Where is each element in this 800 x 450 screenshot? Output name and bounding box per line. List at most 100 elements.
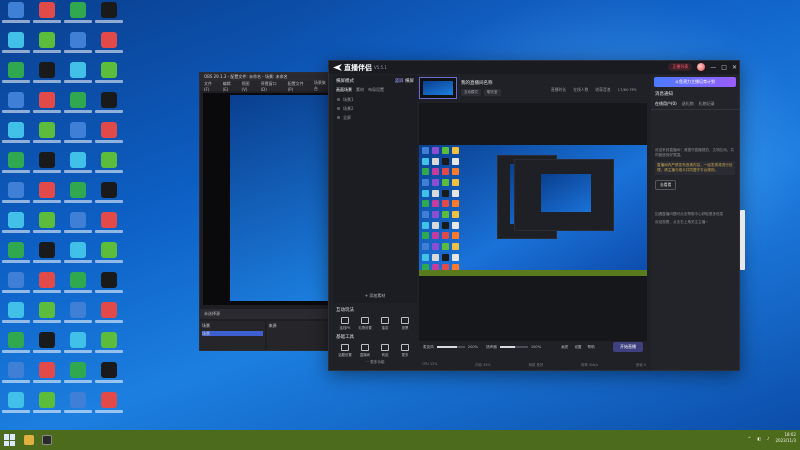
scene-row[interactable]: 场景1 [333,95,417,104]
desktop-shortcut-icon[interactable] [93,182,125,212]
desktop-shortcut-icon[interactable] [62,212,94,242]
start-icon[interactable] [4,434,16,446]
tab-layout[interactable]: 布局设置 [368,87,384,95]
desktop-shortcut-icon[interactable] [93,62,125,92]
obs-menu-scenes[interactable]: 场景集合 [314,80,329,92]
obs-menu-file[interactable]: 文件(F) [204,81,217,92]
desktop-shortcut-icon[interactable] [62,2,94,32]
desktop-shortcut-icon[interactable] [0,212,32,242]
obs-menu-profile[interactable]: 配置文件(P) [288,81,308,92]
settings-button[interactable]: 设置 [574,345,581,350]
maximize-icon[interactable]: □ [721,64,727,71]
desktop-shortcut-icon[interactable] [31,362,63,392]
live-list-button[interactable]: 正播列表 [668,63,693,71]
clock[interactable]: 18:02 2023/11/3 [775,432,796,444]
room-cover-thumbnail[interactable] [419,77,457,99]
desktop-shortcut-icon[interactable] [0,302,32,332]
mode-dropdown[interactable]: 横屏模式 [336,78,354,84]
desktop-shortcut-icon[interactable] [0,2,32,32]
desktop-shortcut-icon[interactable] [31,62,63,92]
desktop-shortcut-icon[interactable] [31,272,63,302]
desktop-shortcut-icon[interactable] [62,332,94,362]
desktop-shortcut-icon[interactable] [0,332,32,362]
desktop-shortcut-icon[interactable] [62,182,94,212]
volume-icon[interactable]: ♪ [767,436,770,441]
desktop-shortcut-icon[interactable] [93,32,125,62]
desktop-shortcut-icon[interactable] [0,392,32,422]
desktop-shortcut-icon[interactable] [62,92,94,122]
room-tag[interactable]: 聊天室 [484,89,501,96]
tab-scenes[interactable]: 画面场景 [336,87,352,95]
tool-topic[interactable]: 话题设置 [335,344,355,357]
desktop-shortcut-icon[interactable] [62,302,94,332]
desktop-shortcut-icon[interactable] [31,182,63,212]
obs-menu-docks[interactable]: 停靠窗口(D) [261,81,282,92]
desktop-shortcut-icon[interactable] [93,152,125,182]
desktop-shortcut-icon[interactable] [93,122,125,152]
desktop-shortcut-icon[interactable] [0,92,32,122]
desktop-shortcut-icon[interactable] [0,272,32,302]
tool-goods[interactable]: 商品 [375,344,395,357]
landscape-toggle[interactable]: 横屏 [405,79,414,84]
desktop-shortcut-icon[interactable] [62,32,94,62]
streaming-app-window[interactable]: 直播伴侣 V5.5.1 正播列表 — □ ✕ 横屏模式 竖屏 横屏 画面场景 素… [328,60,740,371]
desktop-shortcut-icon[interactable] [93,212,125,242]
desktop-shortcut-icon[interactable] [31,122,63,152]
desktop-shortcut-icon[interactable] [0,182,32,212]
desktop-shortcut-icon[interactable] [62,242,94,272]
obs-scene-item[interactable]: 场景 [202,331,263,336]
scene-row[interactable]: 场景2 [333,104,417,113]
desktop-shortcut-icon[interactable] [62,122,94,152]
desktop-shortcut-icon[interactable] [0,242,32,272]
desktop-shortcut-icon[interactable] [0,62,32,92]
file-explorer-icon[interactable] [24,435,34,445]
desktop-shortcut-icon[interactable] [0,32,32,62]
obs-taskbar-icon[interactable] [42,435,52,445]
start-live-button[interactable]: 开始直播 [613,342,643,352]
obs-menu-edit[interactable]: 编辑(E) [223,81,236,92]
desktop-shortcut-icon[interactable] [31,212,63,242]
speaker-volume-slider[interactable] [499,346,528,348]
desktop-shortcut-icon[interactable] [0,152,32,182]
desktop-shortcut-icon[interactable] [0,362,32,392]
desktop-shortcut-icon[interactable] [31,152,63,182]
help-button[interactable]: 帮助 [588,345,595,350]
tool-vote[interactable]: 投票 [395,317,415,330]
network-icon[interactable]: ◧ [757,436,761,441]
tool-lottery[interactable]: 抽奖 [375,317,395,330]
quality-button[interactable]: 画质 [561,345,568,350]
desktop-shortcut-icon[interactable] [93,302,125,332]
avatar[interactable] [697,63,706,71]
desktop-shortcut-icon[interactable] [93,92,125,122]
desktop-shortcut-icon[interactable] [62,152,94,182]
promo-banner[interactable]: 斗鱼潜力主播培育计划 [654,77,736,87]
room-tag[interactable]: 互动模式 [461,89,481,96]
room-title[interactable]: 我的直播间名称 [461,80,501,86]
desktop-shortcut-icon[interactable] [31,392,63,422]
tool-gift-settings[interactable]: 礼物设置 [355,317,375,330]
desktop-shortcut-icon[interactable] [62,62,94,92]
desktop-shortcut-icon[interactable] [93,242,125,272]
desktop-shortcut-icon[interactable] [62,392,94,422]
desktop-shortcut-icon[interactable] [93,362,125,392]
desktop-shortcut-icon[interactable] [93,2,125,32]
obs-menu-view[interactable]: 视图(V) [242,81,255,92]
add-material-button[interactable]: + 添加素材 [333,293,417,299]
portrait-toggle[interactable]: 竖屏 [395,79,404,84]
minimize-icon[interactable]: — [710,64,716,71]
view-button[interactable]: 去看看 [655,180,677,190]
desktop-shortcut-icon[interactable] [31,332,63,362]
scene-row[interactable]: 全屏 [333,113,417,122]
tool-room[interactable]: 直播间 [355,344,375,357]
chevron-up-icon[interactable]: ^ [748,436,751,441]
desktop-shortcut-icon[interactable] [0,122,32,152]
desktop-shortcut-icon[interactable] [93,272,125,302]
tool-pk[interactable]: 连线PK [335,317,355,330]
more-tools-link[interactable]: ··· 更多功能 [333,360,417,365]
desktop-shortcut-icon[interactable] [62,362,94,392]
obs-window[interactable]: OBS 29.1.3 - 配置文件: 未命名 - 场景: 未命名 文件(F) 编… [199,72,330,351]
tab-send-gift[interactable]: 送礼物 [682,101,694,107]
tool-more[interactable]: 更多 [395,344,415,357]
tab-gift-log[interactable]: 礼物记录 [699,101,715,107]
desktop-shortcut-icon[interactable] [62,272,94,302]
